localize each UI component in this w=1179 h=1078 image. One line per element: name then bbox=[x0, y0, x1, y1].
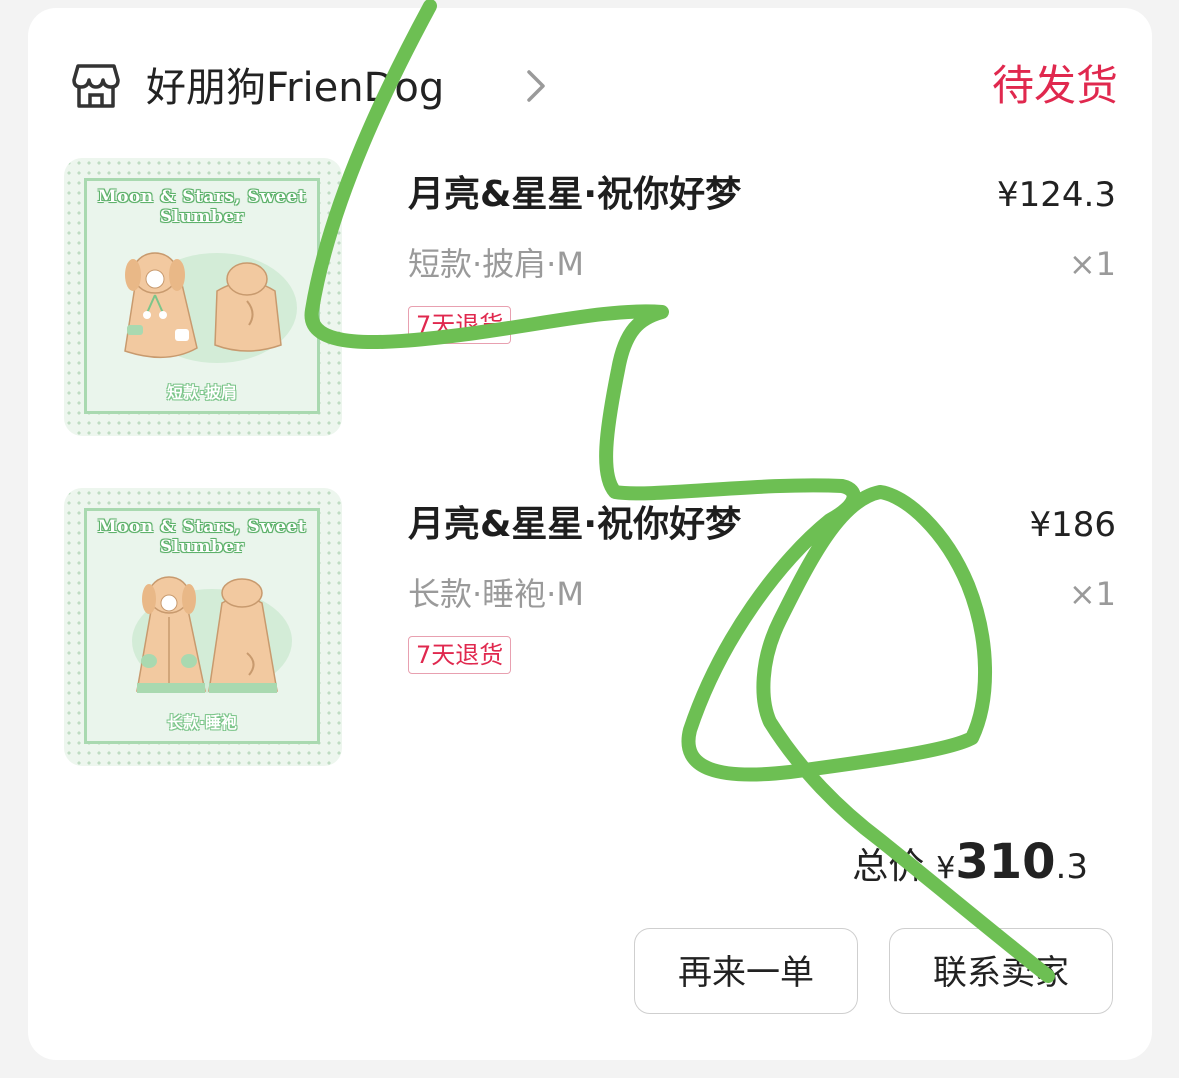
total-amount-decimal: .3 bbox=[1055, 847, 1088, 887]
store-icon bbox=[72, 64, 120, 108]
item-price: ¥124.3 bbox=[997, 175, 1116, 215]
cape-costume-illustration bbox=[124, 252, 297, 363]
reorder-button[interactable]: 再来一单 bbox=[634, 928, 858, 1014]
total-label: 总价 bbox=[852, 846, 925, 887]
item-spec: 短款·披肩·M bbox=[408, 245, 584, 283]
store-name[interactable]: 好朋狗FrienDog bbox=[146, 60, 444, 116]
item-quantity: ×1 bbox=[1068, 245, 1116, 283]
item-title[interactable]: 月亮&星星·祝你好梦 bbox=[408, 172, 741, 218]
total-currency: ¥ bbox=[936, 851, 956, 886]
robe-costume-illustration bbox=[132, 576, 292, 693]
product-thumbnail[interactable]: Moon & Stars, Sweet Slumber bbox=[64, 488, 342, 766]
total-amount-integer: 310 bbox=[955, 834, 1056, 890]
order-item[interactable]: Moon & Stars, Sweet Slumber bbox=[64, 488, 1116, 768]
order-status: 待发货 bbox=[991, 61, 1118, 110]
order-total: 总价 ¥310.3 bbox=[852, 830, 1088, 905]
order-item[interactable]: Moon & Stars, Sweet Slumber bbox=[64, 158, 1116, 438]
order-card: 好朋狗FrienDog 待发货 Moon & Stars, Sweet Slum… bbox=[28, 8, 1152, 1060]
chevron-right-icon[interactable] bbox=[524, 66, 548, 106]
return-policy-badge: 7天退货 bbox=[408, 306, 512, 344]
item-title[interactable]: 月亮&星星·祝你好梦 bbox=[408, 502, 741, 548]
thumbnail-caption: 长款·睡袍 bbox=[166, 713, 238, 732]
contact-seller-button[interactable]: 联系卖家 bbox=[889, 928, 1113, 1014]
thumbnail-caption: 短款·披肩 bbox=[166, 383, 238, 402]
thumbnail-frame: Moon & Stars, Sweet Slumber bbox=[84, 508, 320, 744]
product-thumbnail[interactable]: Moon & Stars, Sweet Slumber bbox=[64, 158, 342, 436]
thumbnail-frame: Moon & Stars, Sweet Slumber bbox=[84, 178, 320, 414]
item-quantity: ×1 bbox=[1068, 575, 1116, 613]
thumbnail-title: Moon & Stars, Sweet Slumber bbox=[97, 187, 307, 227]
item-spec: 长款·睡袍·M bbox=[408, 575, 584, 613]
thumbnail-title: Moon & Stars, Sweet Slumber bbox=[97, 517, 307, 557]
item-price: ¥186 bbox=[1029, 505, 1116, 545]
store-header[interactable]: 好朋狗FrienDog 待发货 bbox=[68, 56, 1118, 120]
return-policy-badge: 7天退货 bbox=[408, 636, 512, 674]
